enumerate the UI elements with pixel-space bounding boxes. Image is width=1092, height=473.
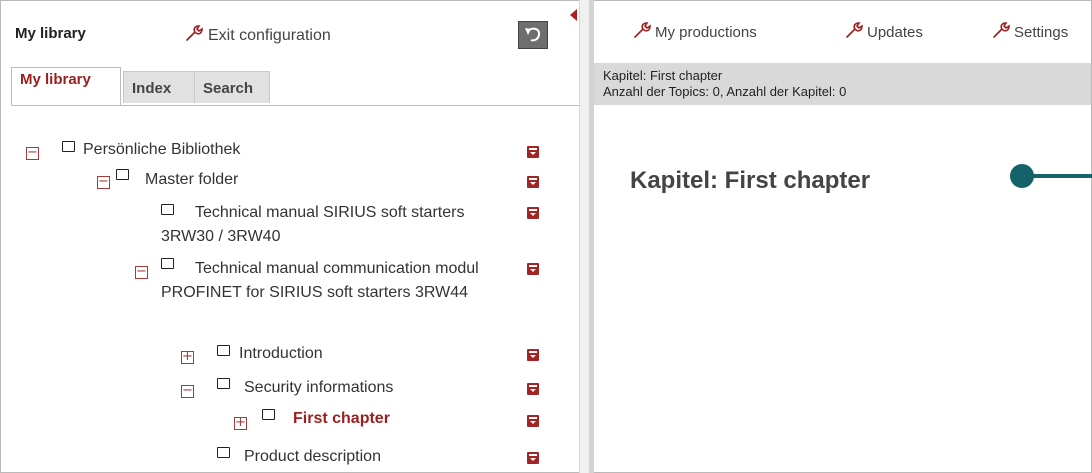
context-menu-icon[interactable]	[527, 146, 539, 158]
top-navigation: My productions Updates Settings	[594, 1, 1091, 59]
nav-settings[interactable]: Settings	[991, 21, 1068, 43]
nav-my-productions[interactable]: My productions	[632, 21, 757, 43]
expand-icon[interactable]: +	[234, 416, 247, 430]
tree-item-product-description[interactable]: Product description	[244, 445, 381, 469]
panel-splitter[interactable]	[579, 0, 594, 473]
folder-icon	[262, 409, 275, 420]
nav-updates-label: Updates	[867, 23, 923, 41]
context-menu-icon[interactable]	[527, 383, 539, 395]
collapse-panel-icon[interactable]	[570, 9, 577, 21]
library-tree: − Persönliche Bibliothek − Master folder…	[1, 121, 579, 472]
expand-icon[interactable]: +	[181, 350, 194, 364]
library-title: My library	[15, 25, 86, 42]
tab-index[interactable]: Index	[123, 71, 195, 103]
context-menu-icon[interactable]	[527, 452, 539, 464]
undo-button[interactable]	[518, 21, 548, 49]
content-panel: My productions Updates Settings Kapitel:…	[594, 1, 1091, 472]
nav-updates[interactable]: Updates	[844, 21, 923, 43]
wrench-icon	[632, 21, 652, 43]
wrench-icon	[844, 21, 864, 43]
exit-configuration-label: Exit configuration	[208, 26, 331, 44]
collapse-icon[interactable]: −	[97, 175, 110, 189]
chapter-info-bar: Kapitel: First chapter Anzahl der Topics…	[594, 63, 1091, 105]
folder-icon	[116, 169, 129, 180]
tab-divider	[11, 105, 579, 106]
tree-item-introduction[interactable]: Introduction	[239, 342, 323, 366]
context-menu-icon[interactable]	[527, 349, 539, 361]
nav-settings-label: Settings	[1014, 23, 1069, 41]
collapse-icon[interactable]: −	[26, 146, 39, 160]
wrench-icon	[184, 24, 204, 47]
nav-my-productions-label: My productions	[655, 23, 757, 41]
context-menu-icon[interactable]	[527, 176, 539, 188]
tree-item-security[interactable]: Security informations	[244, 376, 393, 400]
tree-item-master-folder[interactable]: Master folder	[145, 168, 238, 192]
folder-icon	[62, 141, 75, 152]
context-menu-icon[interactable]	[527, 207, 539, 219]
callout-pointer-line	[1030, 174, 1092, 178]
folder-icon	[217, 447, 230, 458]
collapse-icon[interactable]: −	[181, 384, 194, 398]
wrench-icon	[991, 21, 1011, 43]
tree-item-manual-soft-starters[interactable]: Technical manual SIRIUS soft starters 3R…	[161, 201, 491, 249]
exit-configuration-link[interactable]: Exit configuration	[184, 24, 331, 47]
tree-item-first-chapter[interactable]: First chapter	[293, 407, 390, 431]
chapter-info-line: Kapitel: First chapter	[603, 68, 723, 83]
collapse-icon[interactable]: −	[135, 265, 148, 279]
tab-my-library[interactable]: My library	[11, 67, 121, 105]
folder-icon	[217, 378, 230, 389]
undo-icon	[519, 27, 547, 52]
library-header: My library Exit configuration	[1, 1, 579, 63]
library-tabs: My library Index Search	[11, 67, 579, 105]
tab-search[interactable]: Search	[194, 71, 270, 103]
library-panel: My library Exit configuration My library…	[1, 1, 579, 472]
tree-item-root[interactable]: Persönliche Bibliothek	[83, 138, 240, 162]
context-menu-icon[interactable]	[527, 263, 539, 275]
tree-item-manual-profinet[interactable]: Technical manual communication modul PRO…	[161, 257, 543, 305]
page-title: Kapitel: First chapter	[630, 167, 871, 194]
chapter-stats-line: Anzahl der Topics: 0, Anzahl der Kapitel…	[603, 84, 847, 99]
folder-icon	[217, 345, 230, 356]
context-menu-icon[interactable]	[527, 415, 539, 427]
